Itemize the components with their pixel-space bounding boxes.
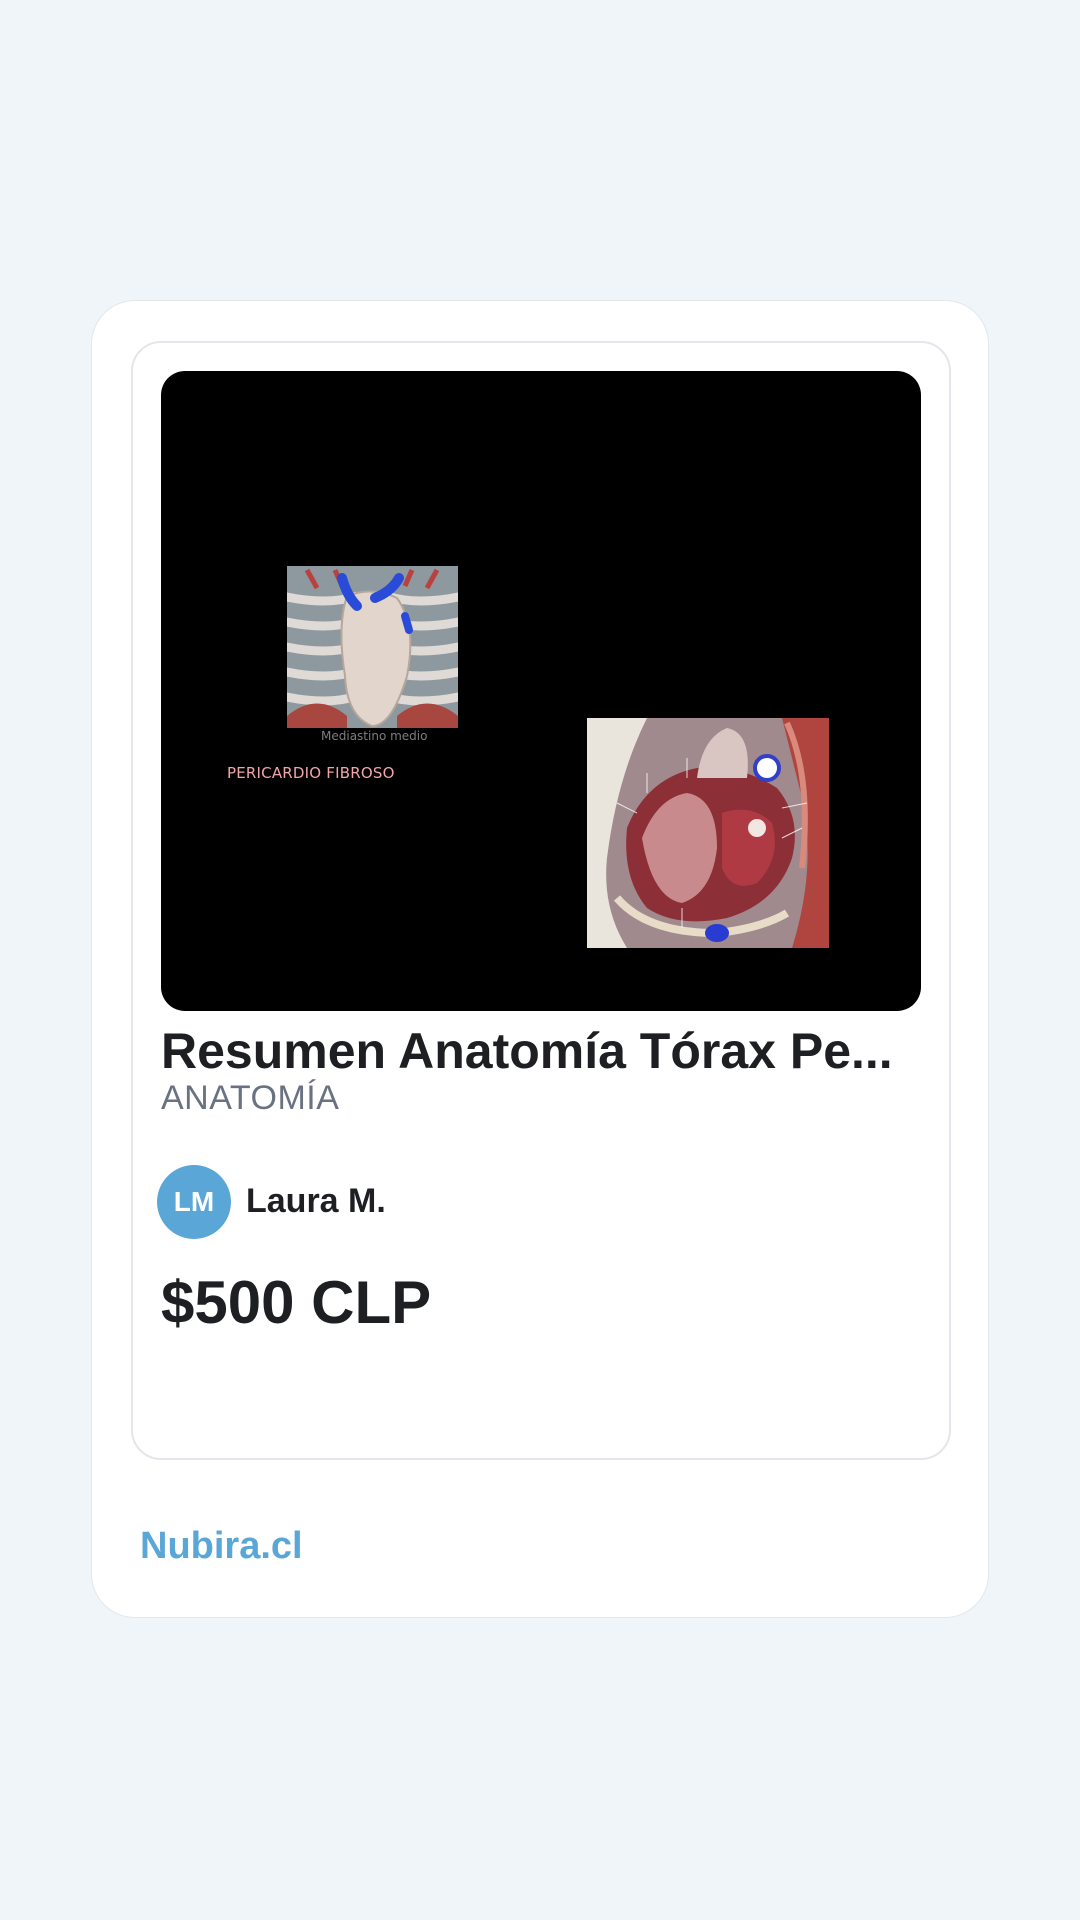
chest-heart-thumbnail [287,566,458,728]
listing-share-card: Mediastino medio PERICARDIO FIBROSO Resu… [91,300,989,1618]
image-caption-label: PERICARDIO FIBROSO [227,764,395,782]
listing-category: ANATOMÍA [161,1079,340,1117]
product-card[interactable]: Mediastino medio PERICARDIO FIBROSO Resu… [131,341,951,1460]
heart-section-thumbnail [587,718,829,948]
listing-price: $500 CLP [161,1269,432,1336]
brand-link[interactable]: Nubira.cl [140,1521,303,1571]
listing-title[interactable]: Resumen Anatomía Tórax Pe... [161,1019,931,1083]
image-caption-top: Mediastino medio [321,729,428,743]
product-image[interactable]: Mediastino medio PERICARDIO FIBROSO [161,371,921,1011]
seller-avatar[interactable]: LM [157,1165,231,1239]
seller-name[interactable]: Laura M. [246,1179,386,1223]
